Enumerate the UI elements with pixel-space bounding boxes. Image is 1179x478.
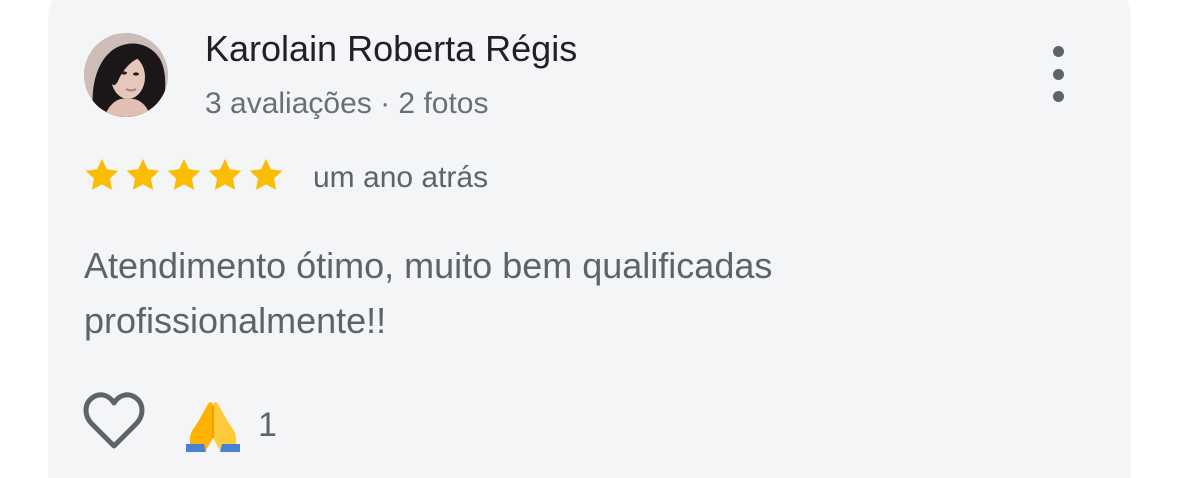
heart-outline-icon <box>83 392 145 449</box>
author-meta: 3 avaliações · 2 fotos <box>205 87 489 120</box>
review-text: Atendimento ótimo, muito bem qualificada… <box>84 245 773 341</box>
star-icon <box>208 158 242 190</box>
more-vertical-icon <box>1052 46 1064 57</box>
star-icon <box>126 158 160 190</box>
avatar[interactable] <box>84 33 168 117</box>
star-icon <box>249 158 283 190</box>
star-icon <box>167 158 201 190</box>
reaction-count: 1 <box>258 406 277 444</box>
folded-hands-emoji-icon <box>186 402 240 452</box>
author-name[interactable]: Karolain Roberta Régis <box>205 28 577 70</box>
review-time: um ano atrás <box>313 161 489 194</box>
more-vertical-icon-dot <box>1052 91 1064 102</box>
reaction-chip[interactable]: 1 <box>184 398 277 452</box>
more-vertical-icon-dot <box>1052 68 1064 80</box>
like-button[interactable] <box>82 392 146 450</box>
star-icon <box>85 158 119 190</box>
star-rating <box>83 156 285 196</box>
more-options-button[interactable] <box>1040 46 1076 102</box>
